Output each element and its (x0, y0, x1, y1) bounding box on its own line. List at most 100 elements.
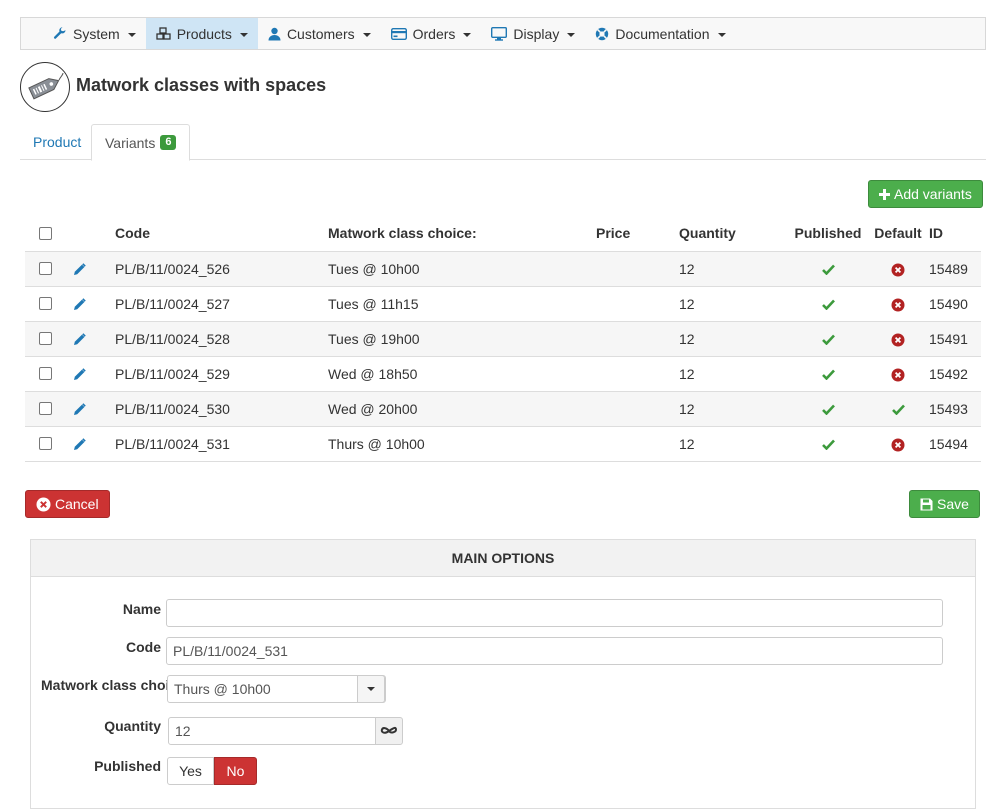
page-title: Matwork classes with spaces (76, 75, 327, 95)
default-toggle-cell[interactable] (867, 391, 929, 427)
price-tag-icon (28, 72, 64, 100)
header-id[interactable]: ID (929, 216, 981, 252)
variants-count-badge: 6 (160, 135, 177, 150)
variant-code[interactable]: PL/B/11/0024_528 (115, 321, 328, 357)
floppy-disk-icon (920, 498, 933, 510)
tab-variants[interactable]: Variants 6 (91, 124, 191, 161)
header-default[interactable]: Default (867, 216, 929, 252)
check-icon (821, 299, 835, 311)
variant-quantity: 12 (679, 391, 789, 427)
variant-code[interactable]: PL/B/11/0024_529 (115, 356, 328, 392)
variant-id: 15490 (929, 286, 981, 322)
header-price[interactable]: Price (596, 216, 679, 252)
tab-product[interactable]: Product (20, 124, 94, 160)
default-toggle-cell[interactable] (867, 286, 929, 322)
edit-variant-button[interactable] (67, 286, 115, 322)
variant-id: 15493 (929, 391, 981, 427)
choice-select[interactable]: Thurs @ 10h00 (167, 675, 386, 703)
default-toggle-cell[interactable] (867, 426, 929, 462)
nav-customers-label: Customers (286, 25, 355, 42)
pencil-icon (74, 263, 86, 276)
edit-variant-button[interactable] (67, 356, 115, 392)
edit-variant-button[interactable] (67, 321, 115, 357)
variant-code[interactable]: PL/B/11/0024_527 (115, 286, 328, 322)
variant-id: 15492 (929, 356, 981, 392)
nav-documentation[interactable]: Documentation (585, 18, 735, 49)
row-checkbox[interactable] (39, 332, 52, 345)
infinity-icon (380, 726, 398, 734)
nav-products[interactable]: Products (145, 18, 258, 49)
variant-quantity: 12 (679, 321, 789, 357)
top-navbar: System Products Customers Orders Display… (20, 17, 986, 50)
quantity-input[interactable]: 12 (168, 717, 376, 745)
table-row[interactable]: PL/B/11/0024_529 Wed @ 18h50 12 15492 (25, 356, 981, 392)
default-toggle-cell[interactable] (867, 321, 929, 357)
save-label: Save (937, 496, 969, 512)
choice-label: Matwork class choice: (41, 677, 167, 693)
nav-orders[interactable]: Orders (381, 18, 482, 49)
row-checkbox[interactable] (39, 367, 52, 380)
nav-customers[interactable]: Customers (258, 18, 381, 49)
caret-down-icon (717, 32, 726, 37)
x-circle-icon (891, 263, 905, 277)
monitor-icon (491, 26, 508, 41)
variant-choice: Tues @ 19h00 (328, 321, 596, 357)
chevron-down-icon[interactable] (357, 675, 385, 703)
variant-code[interactable]: PL/B/11/0024_526 (115, 251, 328, 287)
table-row[interactable]: PL/B/11/0024_528 Tues @ 19h00 12 15491 (25, 321, 981, 357)
published-toggle-cell[interactable] (789, 251, 867, 287)
published-toggle-cell[interactable] (789, 286, 867, 322)
check-icon (821, 439, 835, 451)
variant-price (596, 356, 679, 392)
user-icon (268, 27, 281, 40)
published-toggle-cell[interactable] (789, 356, 867, 392)
nav-system[interactable]: System (43, 18, 146, 49)
published-toggle-cell[interactable] (789, 426, 867, 462)
check-icon (821, 369, 835, 381)
edit-variant-button[interactable] (67, 251, 115, 287)
table-row[interactable]: PL/B/11/0024_530 Wed @ 20h00 12 15493 (25, 391, 981, 427)
x-circle-icon (891, 298, 905, 312)
tab-variants-label: Variants (105, 134, 156, 151)
default-toggle-cell[interactable] (867, 356, 929, 392)
published-no-button[interactable]: No (214, 757, 257, 785)
table-row[interactable]: PL/B/11/0024_526 Tues @ 10h00 12 15489 (25, 251, 981, 287)
published-toggle: Yes No (167, 757, 257, 785)
nav-system-label: System (73, 25, 120, 42)
add-variants-label: Add variants (894, 186, 972, 202)
variant-price (596, 251, 679, 287)
cancel-button[interactable]: Cancel (25, 490, 110, 518)
header-published[interactable]: Published (789, 216, 867, 252)
row-checkbox[interactable] (39, 402, 52, 415)
header-choice[interactable]: Matwork class choice: (328, 216, 596, 252)
variant-code[interactable]: PL/B/11/0024_530 (115, 391, 328, 427)
variant-choice: Tues @ 10h00 (328, 251, 596, 287)
row-checkbox[interactable] (39, 437, 52, 450)
default-toggle-cell[interactable] (867, 251, 929, 287)
published-toggle-cell[interactable] (789, 321, 867, 357)
published-toggle-cell[interactable] (789, 391, 867, 427)
cancel-circle-icon (36, 497, 51, 511)
table-row[interactable]: PL/B/11/0024_531 Thurs @ 10h00 12 15494 (25, 426, 981, 462)
header-code[interactable]: Code (115, 216, 328, 252)
edit-variant-button[interactable] (67, 426, 115, 462)
infinity-button[interactable] (375, 717, 403, 745)
save-button[interactable]: Save (909, 490, 980, 518)
edit-variant-button[interactable] (67, 391, 115, 427)
published-yes-button[interactable]: Yes (167, 757, 214, 785)
name-input[interactable] (166, 599, 943, 627)
check-icon (821, 334, 835, 346)
nav-display[interactable]: Display (481, 18, 585, 49)
variant-code[interactable]: PL/B/11/0024_531 (115, 426, 328, 462)
table-row[interactable]: PL/B/11/0024_527 Tues @ 11h15 12 15490 (25, 286, 981, 322)
choice-select-value: Thurs @ 10h00 (174, 681, 271, 697)
code-input[interactable]: PL/B/11/0024_531 (166, 637, 943, 665)
row-checkbox[interactable] (39, 297, 52, 310)
row-checkbox[interactable] (39, 262, 52, 275)
caret-down-icon (239, 32, 248, 37)
select-all-checkbox[interactable] (39, 226, 52, 240)
variant-price (596, 321, 679, 357)
add-variants-button[interactable]: Add variants (868, 180, 983, 208)
quantity-label: Quantity (104, 718, 161, 734)
header-quantity[interactable]: Quantity (679, 216, 789, 252)
